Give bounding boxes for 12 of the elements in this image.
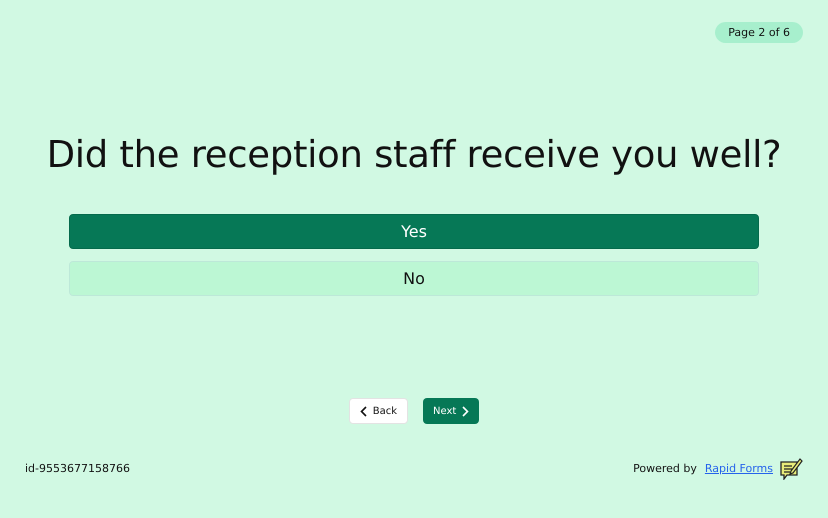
- response-id: id-9553677158766: [25, 462, 130, 474]
- chevron-left-icon: [360, 406, 367, 416]
- answer-option[interactable]: No: [69, 261, 759, 296]
- page-indicator: Page 2 of 6: [715, 22, 803, 43]
- notepad-pen-icon: [779, 456, 803, 480]
- question-text: Did the reception staff receive you well?: [46, 133, 782, 176]
- back-button[interactable]: Back: [348, 398, 408, 424]
- brand-link[interactable]: Rapid Forms: [704, 462, 773, 474]
- chevron-right-icon: [462, 406, 470, 416]
- powered-by-label: Powered by: [633, 462, 697, 474]
- next-button[interactable]: Next: [422, 398, 480, 424]
- answer-option[interactable]: Yes: [69, 214, 759, 249]
